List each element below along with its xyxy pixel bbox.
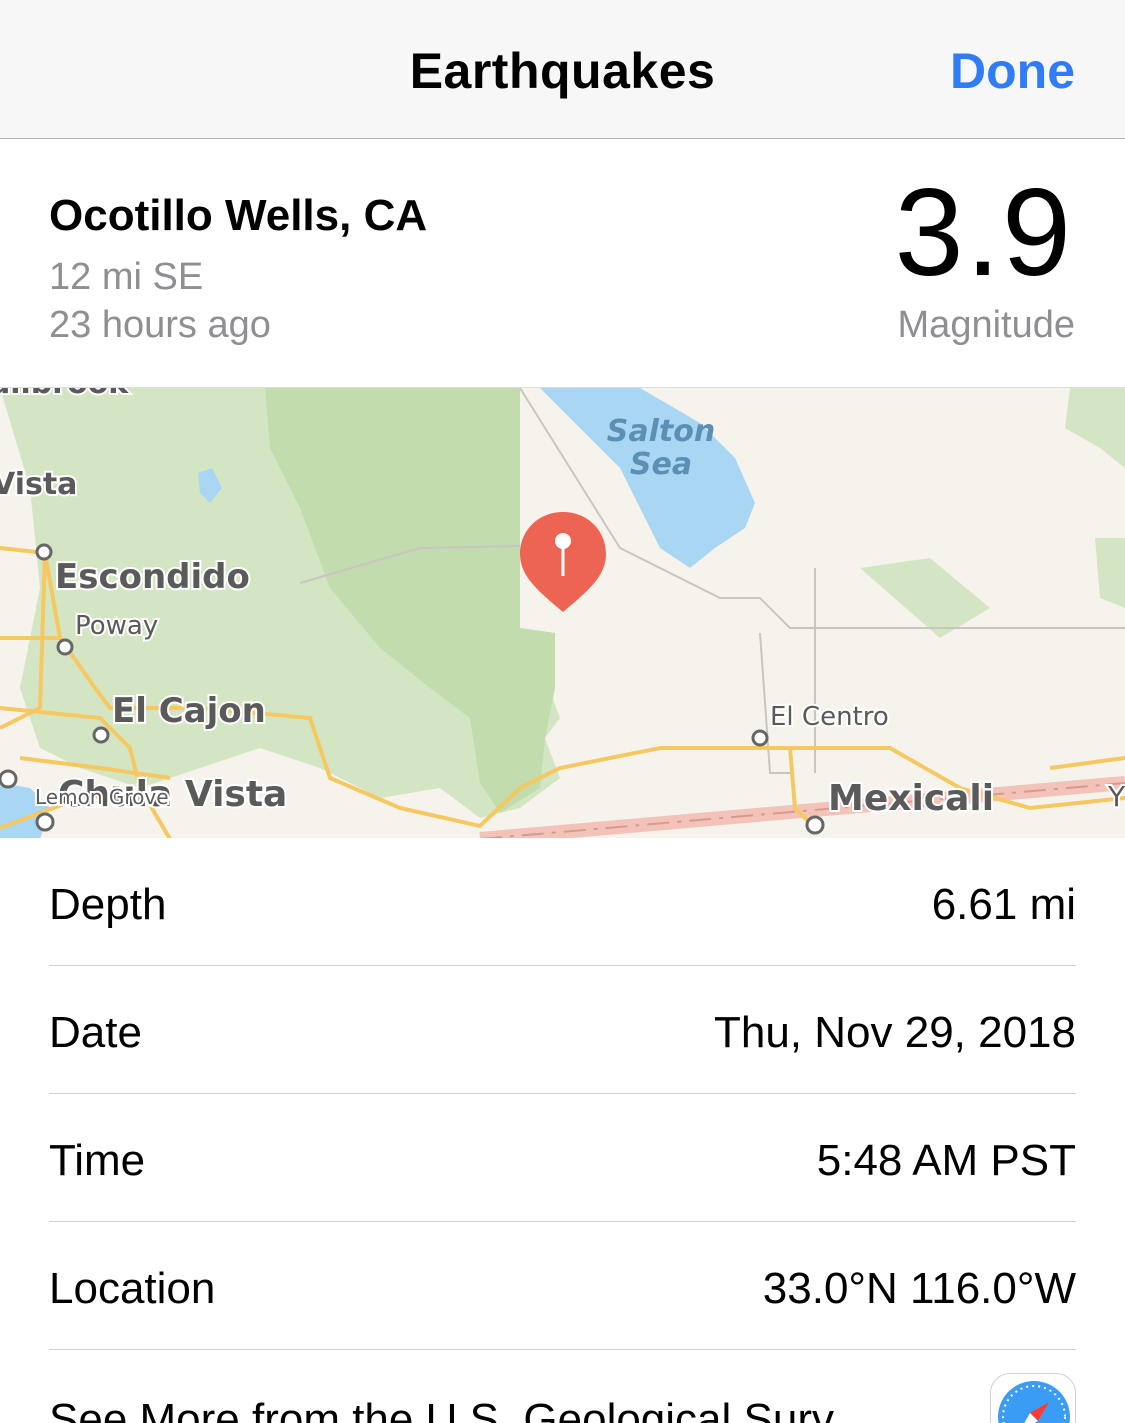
done-button[interactable]: Done [950, 42, 1075, 100]
quake-place: Ocotillo Wells, CA [49, 191, 428, 240]
map-label-fallbrook: allbrook [0, 388, 129, 401]
quake-distance: 12 mi SE [49, 256, 204, 298]
detail-list: Depth 6.61 mi Date Thu, Nov 29, 2018 Tim… [0, 838, 1125, 1350]
usgs-link[interactable]: See More from the U.S. Geological Surv [49, 1395, 929, 1423]
map-label-escondido: Escondido [55, 557, 250, 597]
map-label-lemon-grove: Lemon Grove [35, 785, 169, 809]
detail-label: Location [49, 1264, 216, 1313]
detail-value: 5:48 AM PST [816, 1136, 1076, 1185]
detail-value: 6.61 mi [931, 880, 1076, 929]
map-label-mexicali: Mexicali [828, 778, 994, 819]
detail-label: Time [49, 1136, 146, 1185]
detail-label: Depth [49, 880, 167, 929]
safari-icon[interactable] [990, 1373, 1076, 1423]
detail-value: Thu, Nov 29, 2018 [713, 1008, 1076, 1057]
quake-time-ago: 23 hours ago [49, 304, 271, 346]
quake-map[interactable]: allbrook Vista Escondido Poway El Cajon … [0, 387, 1125, 838]
map-label-sea: Sea [630, 447, 692, 482]
detail-row-date: Date Thu, Nov 29, 2018 [49, 966, 1076, 1094]
map-label-salton: Salton [607, 414, 715, 449]
map-label-el-cajon: El Cajon [112, 691, 266, 731]
navigation-bar: Earthquakes Done [0, 0, 1125, 139]
detail-row-time: Time 5:48 AM PST [49, 1094, 1076, 1222]
detail-row-location: Location 33.0°N 116.0°W [49, 1222, 1076, 1350]
map-label-el-centro: El Centro [770, 702, 889, 732]
map-label-poway: Poway [75, 611, 158, 641]
magnitude-label: Magnitude [897, 304, 1075, 346]
magnitude-value: 3.9 [894, 164, 1073, 302]
map-label-edge: Y [1107, 780, 1125, 813]
detail-row-depth: Depth 6.61 mi [49, 838, 1076, 966]
detail-label: Date [49, 1008, 142, 1057]
quake-summary: Ocotillo Wells, CA 12 mi SE 23 hours ago… [0, 139, 1125, 387]
map-label-vista: Vista [0, 467, 77, 502]
detail-value: 33.0°N 116.0°W [762, 1264, 1076, 1313]
